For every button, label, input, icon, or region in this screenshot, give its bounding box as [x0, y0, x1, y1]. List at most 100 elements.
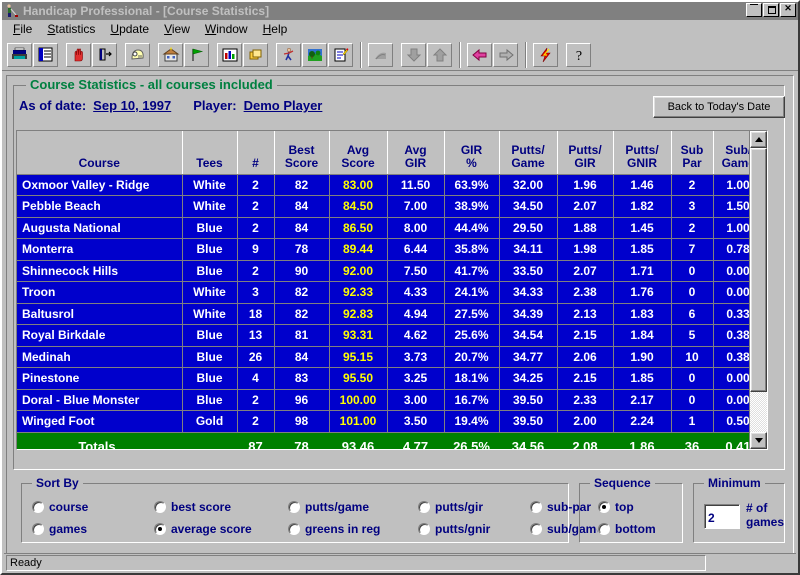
cell-9: 1.45: [613, 217, 672, 239]
radio-indicator: [154, 501, 166, 513]
lightning-icon[interactable]: [533, 42, 558, 67]
radio-indicator: [530, 523, 542, 535]
scroll-down-button[interactable]: [750, 432, 767, 449]
column-header-0[interactable]: Course: [17, 131, 183, 175]
radio-sort-best-score[interactable]: best score: [154, 500, 284, 514]
cell-10: 3: [671, 195, 714, 218]
table-row[interactable]: Troon White 3 82 92.33 4.33 24.1% 34.33 2.38 1.76…: [17, 281, 749, 304]
radio-sort-putts-game[interactable]: putts/game: [288, 500, 414, 514]
vertical-scrollbar[interactable]: [750, 131, 767, 449]
scrollbar-track[interactable]: [750, 148, 767, 432]
menu-view[interactable]: View: [157, 21, 198, 37]
cell-10: 0: [671, 389, 714, 411]
column-header-1[interactable]: Tees: [182, 131, 238, 175]
table-row[interactable]: Augusta National Blue 2 84 86.50 8.00 44.4% 29.…: [17, 217, 749, 239]
sort-by-panel: Sort By course best score putts/game put…: [21, 476, 603, 543]
table-row[interactable]: Doral - Blue Monster Blue 2 96 100.00 3.00 16.…: [17, 389, 749, 411]
as-of-value[interactable]: Sep 10, 1997: [93, 98, 171, 113]
edit-note-icon[interactable]: [328, 42, 353, 67]
scroll-up-button[interactable]: [750, 131, 767, 148]
flag-icon[interactable]: [184, 42, 209, 67]
cell-7: 32.00: [499, 174, 558, 196]
radio-sort-course[interactable]: course: [32, 500, 150, 514]
column-header-2[interactable]: #: [237, 131, 275, 175]
exit-door-icon[interactable]: [92, 42, 117, 67]
column-header-10[interactable]: Sub Par: [671, 131, 714, 175]
cell-2: 2: [237, 217, 275, 239]
close-button[interactable]: ✕: [780, 3, 796, 17]
column-header-8[interactable]: Putts/ GIR: [557, 131, 614, 175]
column-header-9[interactable]: Putts/ GNIR: [613, 131, 672, 175]
golfer-swing-icon[interactable]: [276, 42, 301, 67]
column-header-11[interactable]: Sub/ Game: [713, 131, 749, 175]
totals-cell-10: 36: [671, 432, 713, 449]
table-row[interactable]: Monterra Blue 9 78 89.44 6.44 35.8% 34.11 1.98 1.…: [17, 238, 749, 261]
help-question-icon[interactable]: ?: [566, 42, 591, 67]
column-header-5[interactable]: Avg GIR: [387, 131, 445, 175]
menu-update[interactable]: Update: [103, 21, 157, 37]
column-header-7[interactable]: Putts/ Game: [499, 131, 558, 175]
scorecard-icon[interactable]: [125, 42, 150, 67]
table-row[interactable]: Shinnecock Hills Blue 2 90 92.00 7.50 41.7% 33.…: [17, 260, 749, 282]
sort-by-row-1: course best score putts/game putts/gir s…: [32, 500, 595, 514]
print-icon[interactable]: [7, 42, 32, 67]
minimum-title: Minimum: [704, 476, 765, 490]
cell-4: 93.31: [329, 324, 388, 347]
course-statistics-grid: Course Tees # Best Score Avg Score Avg GIR GIR…: [16, 130, 768, 450]
radio-sequence-bottom[interactable]: bottom: [598, 522, 656, 536]
table-row[interactable]: Baltusrol White 18 82 92.83 4.94 27.5% 34.39 2.1…: [17, 303, 749, 325]
table-row[interactable]: Royal Birkdale Blue 13 81 93.31 4.62 25.6% 34.5…: [17, 324, 749, 347]
menu-help[interactable]: Help: [256, 21, 296, 37]
group-title: Course Statistics - all courses included: [26, 77, 277, 92]
radio-sort-greens-in-reg[interactable]: greens in reg: [288, 522, 414, 536]
table-row[interactable]: Pinestone Blue 4 83 95.50 3.25 18.1% 34.25 2.15 1…: [17, 367, 749, 390]
column-header-4[interactable]: Avg Score: [329, 131, 388, 175]
cell-2: 2: [237, 410, 275, 433]
totals-cell-3: 78: [274, 432, 329, 449]
radio-sort-games[interactable]: games: [32, 522, 150, 536]
cell-11: 0.38: [713, 346, 749, 368]
minimize-button[interactable]: [746, 3, 762, 17]
window-buttons: ✕: [746, 3, 796, 17]
table-row[interactable]: Pebble Beach White 2 84 84.50 7.00 38.9% 34.50 2…: [17, 195, 749, 218]
radio-sort-putts-gnir[interactable]: putts/gnir: [418, 522, 526, 536]
menu-statistics[interactable]: Statistics: [40, 21, 103, 37]
course-tree-icon[interactable]: [302, 42, 327, 67]
column-header-6[interactable]: GIR %: [444, 131, 500, 175]
menu-file[interactable]: File: [6, 21, 40, 37]
menu-window[interactable]: Window: [198, 21, 256, 37]
radio-sequence-top[interactable]: top: [598, 500, 634, 514]
stop-hand-icon[interactable]: [66, 42, 91, 67]
cell-1: Blue: [182, 346, 238, 368]
cell-11: 0.33: [713, 303, 749, 325]
copy-layers-icon[interactable]: [243, 42, 268, 67]
cell-1: Blue: [182, 367, 238, 390]
golfer-icon: [4, 3, 20, 19]
radio-sort-putts-gir[interactable]: putts/gir: [418, 500, 526, 514]
radio-indicator: [418, 501, 430, 513]
scrollbar-thumb[interactable]: [750, 148, 767, 392]
back-arrow-icon[interactable]: [467, 42, 492, 67]
cell-3: 82: [274, 174, 330, 196]
cell-10: 2: [671, 217, 714, 239]
column-header-3[interactable]: Best Score: [274, 131, 330, 175]
table-row[interactable]: Winged Foot Gold 2 98 101.00 3.50 19.4% 39.50 2.…: [17, 410, 749, 433]
totals-cell-6: 26.5%: [444, 432, 499, 449]
table-row[interactable]: Oxmoor Valley - Ridge White 2 82 83.00 11.50 6…: [17, 174, 749, 196]
bar-chart-icon[interactable]: [217, 42, 242, 67]
radio-indicator: [288, 523, 300, 535]
cell-1: White: [182, 195, 238, 218]
cell-10: 10: [671, 346, 714, 368]
back-to-today-button[interactable]: Back to Today's Date: [653, 96, 785, 118]
cell-6: 38.9%: [444, 195, 500, 218]
radio-sort-average-score[interactable]: average score: [154, 522, 284, 536]
restore-button[interactable]: [763, 3, 779, 17]
forward-arrow-icon[interactable]: [493, 42, 518, 67]
cell-2: 26: [237, 346, 275, 368]
clubhouse-icon[interactable]: [158, 42, 183, 67]
player-value[interactable]: Demo Player: [244, 98, 323, 113]
minimum-games-input[interactable]: [704, 504, 740, 529]
cell-3: 98: [274, 410, 330, 433]
reports-icon[interactable]: [33, 42, 58, 67]
table-row[interactable]: Medinah Blue 26 84 95.15 3.73 20.7% 34.77 2.06 1.…: [17, 346, 749, 368]
